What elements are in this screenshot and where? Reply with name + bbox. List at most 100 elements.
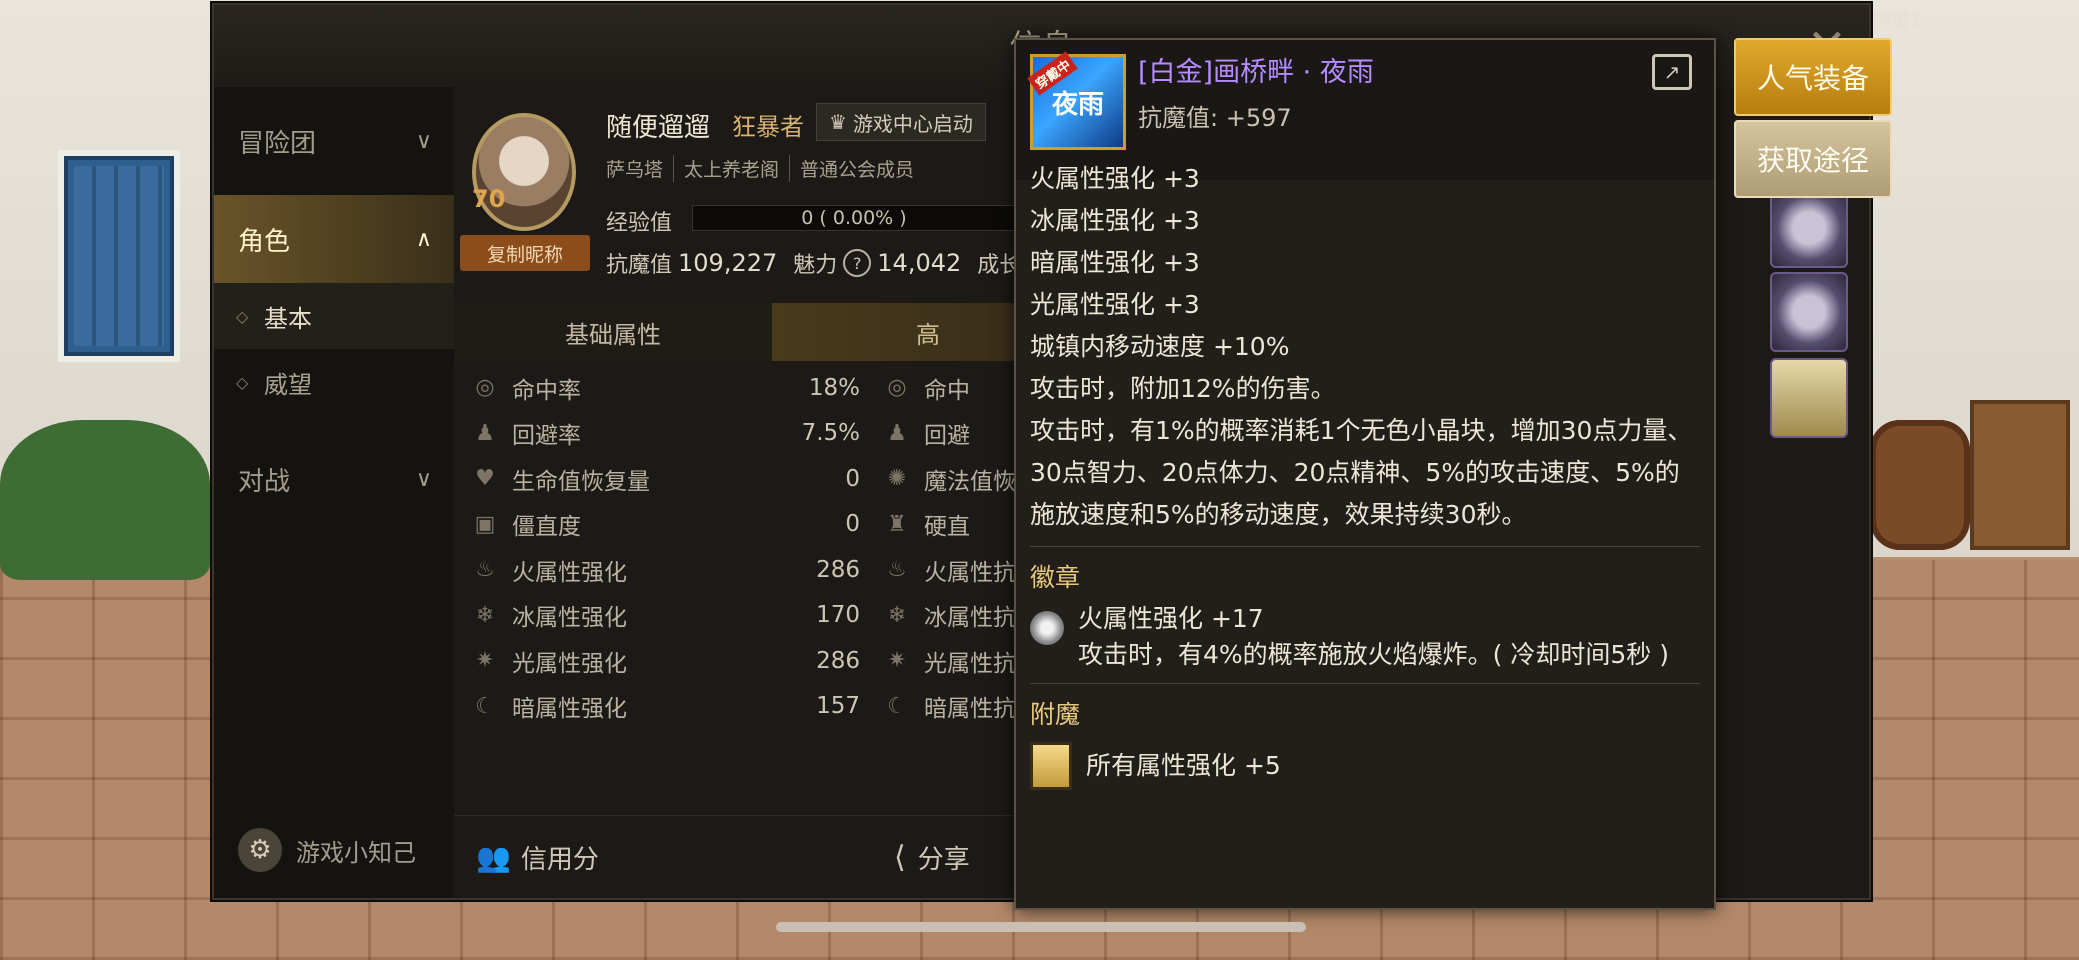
- inventory-slot[interactable]: [1770, 188, 1848, 268]
- attribute-row: ♟ 回避率 7.5%: [470, 411, 860, 456]
- attribute-row: ♨ 火属性强化 286: [470, 547, 860, 592]
- heart-icon: ♥: [475, 466, 495, 491]
- sidebar-item-character[interactable]: 角色 ∧: [214, 195, 454, 283]
- item-anti-magic: 抗魔值: +597: [1138, 104, 1292, 132]
- emblem-entry: 火属性强化 +17 攻击时，有4%的概率施放火焰爆炸。( 冷却时间5秒 ): [1030, 601, 1700, 673]
- attribute-label: 火属性强化: [512, 559, 627, 586]
- enchant-card-icon: [1030, 742, 1072, 790]
- divider: [1030, 683, 1700, 684]
- home-indicator[interactable]: [776, 922, 1306, 932]
- attribute-value: 0: [845, 465, 860, 492]
- sidebar-subitem-basic[interactable]: ◇ 基本: [214, 283, 454, 349]
- item-stat-line: 冰属性强化 +3: [1030, 206, 1200, 235]
- attribute-label: 僵直度: [512, 514, 581, 540]
- sidebar-item-adventure-team[interactable]: 冒险团 ∨: [214, 97, 454, 185]
- blue-door: [58, 150, 180, 362]
- attribute-value: 286: [816, 647, 860, 674]
- sidebar-item-label: 对战: [238, 466, 291, 497]
- attribute-value: 286: [816, 556, 860, 583]
- exp-bar: 0 ( 0.00% ): [692, 205, 1016, 231]
- item-stat-line: 城镇内移动速度 +10%: [1030, 332, 1290, 361]
- attribute-label: 命中: [924, 377, 970, 404]
- attribute-label: 光属性抗: [924, 650, 1016, 677]
- attribute-row: ❄ 冰属性强化 170: [470, 593, 860, 638]
- attribute-label: 生命值恢复量: [512, 468, 650, 495]
- dodge-icon: ♟: [475, 420, 495, 446]
- tooltip-body: 火属性强化 +3 冰属性强化 +3 暗属性强化 +3 光属性强化 +3 城镇内移动速度 …: [1030, 164, 1700, 790]
- popular-equipment-button[interactable]: 人气装备: [1734, 38, 1892, 116]
- light-icon: ✷: [887, 648, 907, 673]
- attribute-label: 冰属性抗: [924, 605, 1016, 631]
- attribute-row: ▣ 僵直度 0: [470, 502, 860, 547]
- tab-basic-attributes[interactable]: 基础属性: [454, 303, 772, 361]
- level-badge: 70: [472, 185, 506, 213]
- chevron-up-icon: ∧: [415, 226, 432, 252]
- attribute-value: 170: [816, 602, 860, 628]
- item-stat-line: 暗属性强化 +3: [1030, 248, 1200, 277]
- inventory-slot[interactable]: [1770, 358, 1848, 438]
- obtain-route-button[interactable]: 获取途径: [1734, 120, 1892, 198]
- help-icon[interactable]: ?: [843, 249, 872, 277]
- ice-icon: ❄: [887, 602, 907, 628]
- chevron-down-icon: ∨: [415, 466, 432, 492]
- sidebar-subitem-prestige[interactable]: ◇ 威望: [214, 349, 454, 415]
- item-effect-paragraph: 攻击时，有1%的概率消耗1个无色小晶块，增加30点力量、30点智力、20点体力、…: [1030, 416, 1693, 529]
- target-icon: ◎: [887, 375, 907, 400]
- attribute-label: 回避率: [512, 423, 581, 449]
- attribute-label: 冰属性强化: [512, 605, 627, 631]
- moon-icon: ☾: [475, 693, 495, 719]
- inventory-slot[interactable]: [1770, 272, 1848, 352]
- diamond-icon: ◇: [236, 372, 249, 392]
- attribute-row: ☾ 暗属性强化 157: [470, 684, 860, 729]
- guild-role: 普通公会成员: [789, 155, 914, 182]
- attribute-label: 回避: [924, 423, 970, 449]
- item-stat-line: 火属性强化 +3: [1030, 164, 1200, 193]
- chevron-down-icon: ∨: [415, 128, 432, 154]
- stats-line: 抗魔值 109,227 魅力 ? 14,042 成长: [606, 247, 1021, 279]
- attribute-label: 暗属性抗: [924, 696, 1016, 722]
- ice-icon: ❄: [475, 602, 495, 628]
- stiff-icon: ▣: [474, 511, 496, 537]
- share-icon: ⟨: [894, 839, 906, 875]
- attribute-label: 魔法值恢: [924, 468, 1016, 495]
- enchant-entry: 所有属性强化 +5: [1030, 742, 1700, 790]
- game-center-icon: ♛: [829, 110, 847, 134]
- emblem-line: 火属性强化 +17: [1078, 604, 1264, 633]
- game-tips-label: 游戏小知己: [296, 838, 416, 867]
- emblem-title: 徽章: [1030, 563, 1081, 592]
- bush: [0, 420, 210, 580]
- share-button[interactable]: ⟨ 分享: [894, 839, 970, 876]
- barrel: [1870, 420, 1970, 550]
- sidebar-item-battle[interactable]: 对战 ∨: [214, 435, 454, 523]
- charm-label: 魅力: [793, 253, 838, 278]
- hard-icon: ♜: [887, 511, 907, 537]
- item-stat-line: 攻击时，附加12%的伤害。: [1030, 374, 1336, 403]
- attribute-row: ◎ 命中率 18%: [470, 365, 860, 410]
- item-stat-lines: 火属性强化 +3 冰属性强化 +3 暗属性强化 +3 光属性强化 +3 城镇内移动速度 …: [1030, 158, 1700, 410]
- game-center-badge[interactable]: ♛ 游戏中心启动: [816, 103, 986, 141]
- attribute-label: 火属性抗: [924, 559, 1016, 586]
- attribute-label: 硬直: [924, 514, 970, 540]
- item-name: [白金]画桥畔 · 夜雨: [1138, 57, 1374, 88]
- character-meta: 萨乌塔 太上养老阁 普通公会成员: [606, 155, 914, 182]
- target-icon: ◎: [475, 375, 495, 400]
- enchant-title: 附魔: [1030, 700, 1081, 729]
- fire-icon: ♨: [475, 557, 495, 582]
- attribute-label: 命中率: [512, 377, 581, 404]
- credit-score-button[interactable]: 👥 信用分: [476, 839, 599, 876]
- sidebar-subitem-label: 基本: [264, 304, 312, 333]
- item-icon: 穿戴中 夜雨: [1027, 51, 1126, 150]
- game-tips-button[interactable]: ⚙ 游戏小知己: [238, 828, 416, 872]
- avatar: [472, 113, 576, 231]
- game-center-label: 游戏中心启动: [852, 111, 973, 136]
- sidebar: 冒险团 ∨ 角色 ∧ ◇ 基本 ◇ 威望 对战 ∨ ⚙ 游戏小知己: [214, 87, 454, 898]
- people-icon: 👥: [476, 840, 511, 874]
- gear-bulb-icon: ⚙: [238, 828, 282, 872]
- sidebar-item-label: 冒险团: [238, 128, 317, 159]
- copy-nickname-button[interactable]: 复制昵称: [460, 235, 590, 271]
- divider: [1030, 546, 1700, 547]
- moon-icon: ☾: [887, 693, 907, 719]
- export-icon[interactable]: ↗: [1652, 54, 1692, 90]
- sidebar-item-label: 角色: [238, 226, 291, 257]
- channel-label: 频道1: [1872, 10, 1923, 32]
